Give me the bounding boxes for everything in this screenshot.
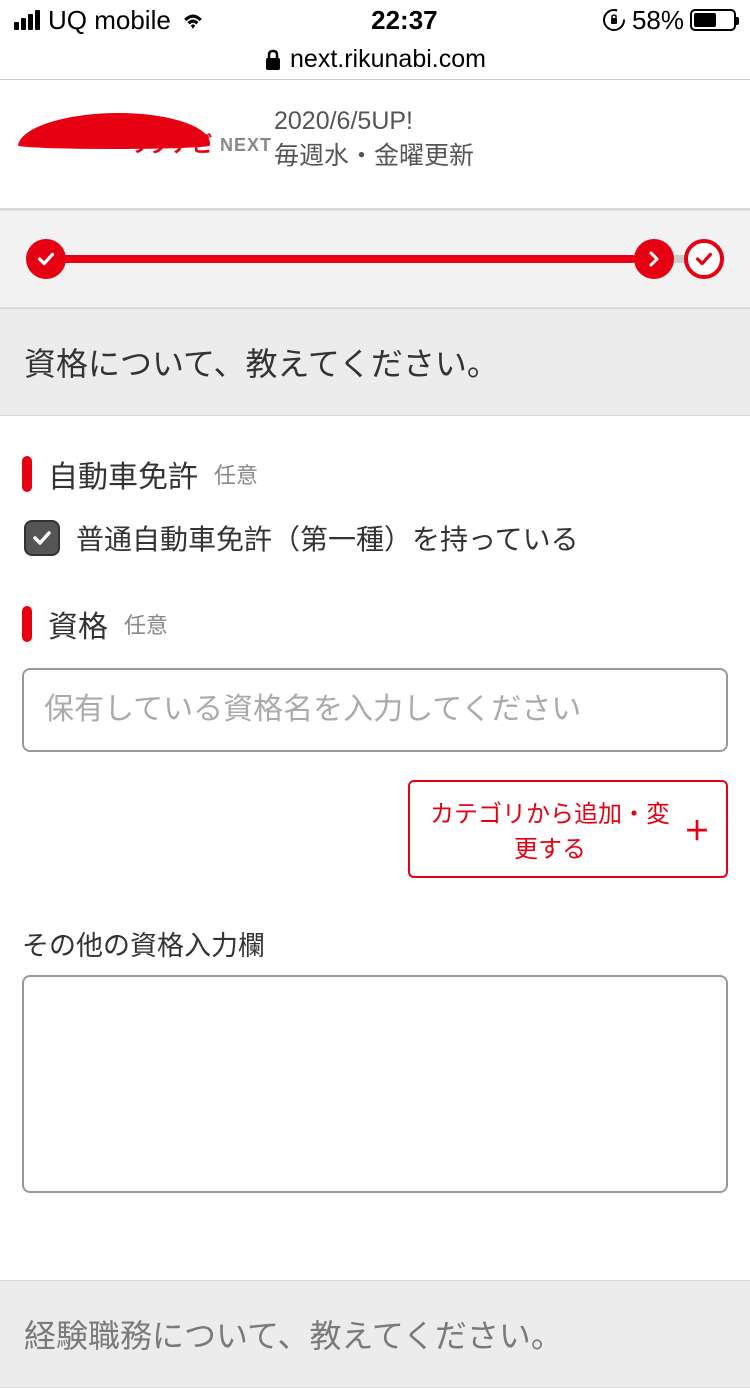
section-heading-qualifications: 資格について、教えてください。 — [0, 308, 750, 416]
optional-badge: 任意 — [214, 458, 258, 490]
carrier-label: UQ mobile — [48, 5, 171, 36]
section-title: 資格について、教えてください。 — [24, 339, 726, 385]
logo-jp: リクナビ — [128, 127, 212, 159]
url-text: next.rikunabi.com — [290, 45, 486, 74]
battery-icon — [690, 9, 736, 31]
progress-step-current — [634, 239, 674, 279]
add-from-category-button[interactable]: カテゴリから追加・変更する ＋ — [408, 780, 728, 878]
other-qualifications-label: その他の資格入力欄 — [22, 924, 728, 963]
lock-icon — [264, 49, 282, 71]
plus-icon: ＋ — [684, 811, 710, 848]
progress-bar — [0, 210, 750, 308]
license-checkbox-row[interactable]: 普通自動車免許（第一種）を持っている — [22, 518, 728, 558]
check-icon — [35, 248, 57, 270]
header-meta: 2020/6/5UP! 毎週水・金曜更新 — [274, 104, 474, 174]
progress-step-done — [26, 239, 66, 279]
category-button-label: カテゴリから追加・変更する — [426, 794, 674, 864]
accent-pill-icon — [22, 606, 32, 642]
chevron-right-icon — [646, 251, 662, 267]
update-date: 2020/6/5UP! — [274, 104, 474, 139]
signal-icon — [14, 10, 40, 30]
site-logo[interactable]: リクナビ NEXT — [20, 113, 260, 165]
update-schedule: 毎週水・金曜更新 — [274, 139, 474, 174]
other-qualifications-textarea[interactable] — [22, 975, 728, 1193]
orientation-lock-icon — [602, 8, 626, 32]
qualifications-input[interactable] — [22, 668, 728, 752]
status-bar: UQ mobile 22:37 58% — [0, 0, 750, 40]
wifi-icon — [179, 9, 207, 31]
url-bar[interactable]: next.rikunabi.com — [0, 40, 750, 80]
optional-badge: 任意 — [124, 608, 168, 640]
status-right: 58% — [602, 5, 736, 36]
battery-pct: 58% — [632, 5, 684, 36]
license-checkbox-label: 普通自動車免許（第一種）を持っている — [76, 518, 579, 558]
accent-pill-icon — [22, 456, 32, 492]
status-left: UQ mobile — [14, 5, 207, 36]
field-label-qualifications: 資格 任意 — [22, 602, 728, 646]
section-heading-experience: 経験職務について、教えてください。 — [0, 1280, 750, 1388]
license-checkbox[interactable] — [24, 520, 60, 556]
progress-step-next — [684, 239, 724, 279]
license-label: 自動車免許 — [48, 452, 198, 496]
field-label-license: 自動車免許 任意 — [22, 452, 728, 496]
clock: 22:37 — [371, 5, 438, 36]
check-icon — [30, 526, 54, 550]
site-header: リクナビ NEXT 2020/6/5UP! 毎週水・金曜更新 — [0, 80, 750, 210]
qualifications-form: 自動車免許 任意 普通自動車免許（第一種）を持っている 資格 任意 カテゴリから… — [0, 416, 750, 1258]
logo-en: NEXT — [220, 135, 272, 156]
qualifications-label: 資格 — [48, 602, 108, 646]
check-icon — [693, 248, 715, 270]
section-title: 経験職務について、教えてください。 — [24, 1311, 726, 1357]
